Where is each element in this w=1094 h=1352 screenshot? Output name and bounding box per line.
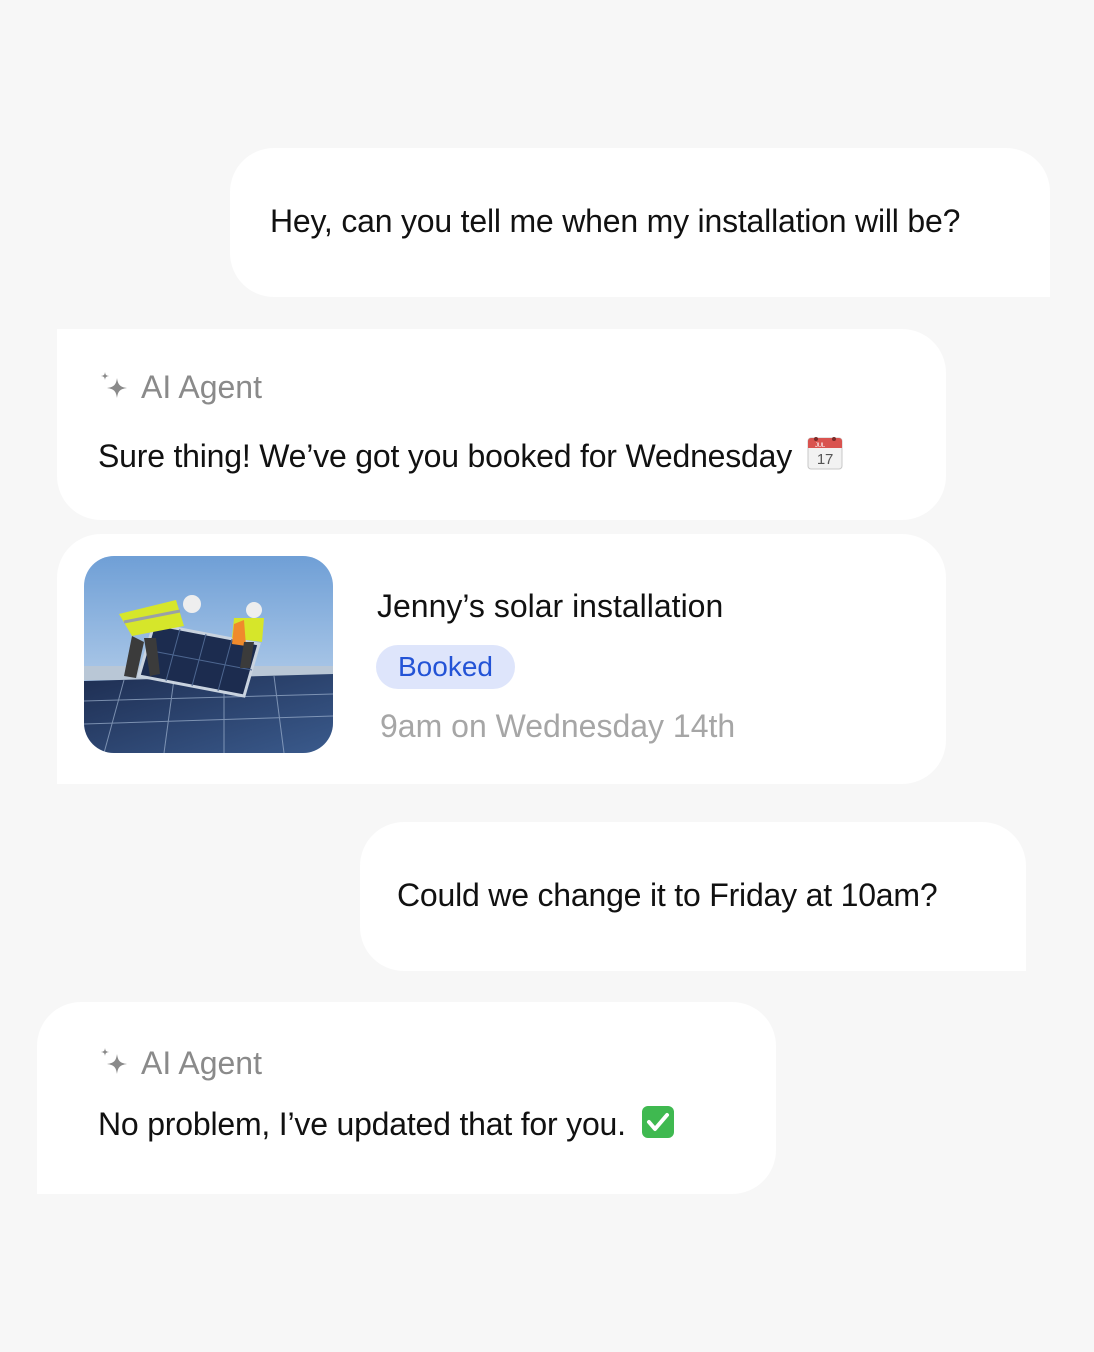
user-message-bubble: Hey, can you tell me when my installatio… bbox=[230, 148, 1050, 297]
sparkle-icon bbox=[101, 371, 127, 398]
agent-sender-label: AI Agent bbox=[141, 1045, 262, 1081]
agent-message-text: Sure thing! We’ve got you booked for Wed… bbox=[98, 435, 843, 475]
calendar-month-label: JUL bbox=[815, 443, 826, 449]
calendar-emoji-icon: JUL 17 bbox=[807, 437, 843, 470]
status-badge: Booked bbox=[376, 645, 515, 689]
agent-message-text: No problem, I’ve updated that for you. bbox=[98, 1105, 675, 1143]
booking-time: 9am on Wednesday 14th bbox=[380, 708, 736, 744]
user-message-text: Hey, can you tell me when my installatio… bbox=[270, 203, 961, 239]
user-message-bubble: Could we change it to Friday at 10am? bbox=[360, 822, 1026, 971]
calendar-day-label: 17 bbox=[817, 451, 833, 468]
agent-header: AI Agent bbox=[97, 369, 262, 406]
agent-header: AI Agent bbox=[97, 1045, 262, 1082]
booking-title: Jenny’s solar installation bbox=[377, 588, 724, 624]
solar-installation-photo bbox=[84, 556, 333, 753]
agent-message-bubble: AI Agent No problem, I’ve updated that f… bbox=[37, 1002, 776, 1194]
agent-message-body: No problem, I’ve updated that for you. bbox=[98, 1106, 626, 1142]
booking-card[interactable]: Jenny’s solar installation Booked 9am on… bbox=[57, 534, 946, 784]
agent-message-body: Sure thing! We’ve got you booked for Wed… bbox=[98, 438, 793, 474]
agent-sender-label: AI Agent bbox=[141, 369, 262, 405]
check-mark-emoji-icon bbox=[641, 1106, 674, 1138]
user-message-text: Could we change it to Friday at 10am? bbox=[397, 877, 938, 913]
sparkle-icon bbox=[101, 1047, 127, 1074]
agent-message-bubble: AI Agent Sure thing! We’ve got you booke… bbox=[57, 329, 946, 520]
